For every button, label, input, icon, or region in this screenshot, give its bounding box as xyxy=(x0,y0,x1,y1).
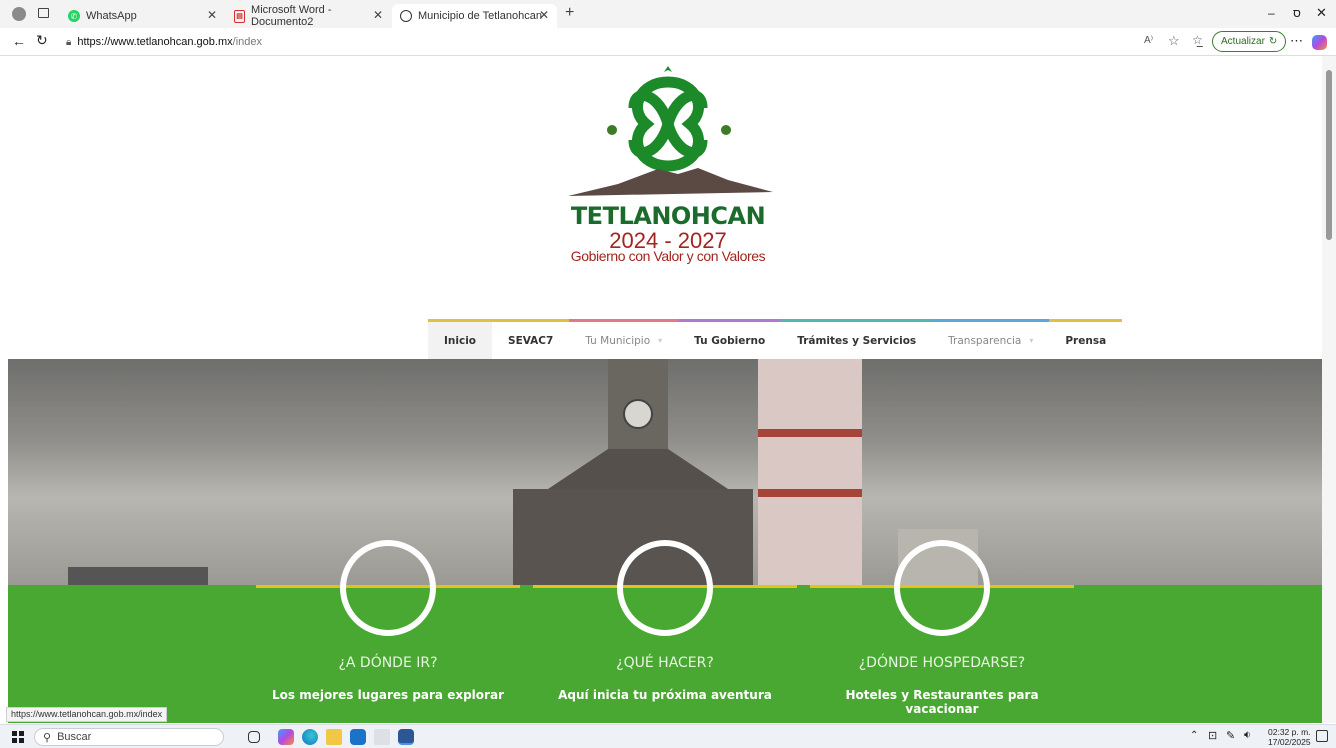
word-icon[interactable] xyxy=(398,729,414,745)
new-tab-button[interactable]: + xyxy=(565,4,574,22)
nav-tu-municipio[interactable]: Tu Municipio ▾ xyxy=(569,319,679,359)
tab-word-document[interactable]: ▤ Microsoft Word - Documento2 ✕ xyxy=(226,4,391,28)
address-toolbar: ← ↻ 🔒︎ https://www.tetlanohcan.gob.mx/in… xyxy=(0,28,1336,56)
nav-prensa[interactable]: Prensa xyxy=(1049,319,1123,359)
nav-tu-gobierno[interactable]: Tu Gobierno xyxy=(678,319,782,359)
update-icon: ↻ xyxy=(1268,36,1278,47)
windows-taskbar: ⚲ Buscar ⌃ ⊡ ✎ 🔉︎ 02:32 p. m. 17/02/2025 xyxy=(0,724,1336,748)
update-label: Actualizar xyxy=(1221,36,1265,47)
favorites-list-icon[interactable]: ☆̲ xyxy=(1192,33,1203,47)
nav-sevac7[interactable]: SEVAC7 xyxy=(492,319,570,359)
tab-title: WhatsApp xyxy=(86,10,137,22)
link-status-tooltip: https://www.tetlanohcan.gob.mx/index xyxy=(6,707,168,722)
scrollbar-thumb[interactable] xyxy=(1326,70,1332,240)
globe-icon xyxy=(400,10,412,22)
task-view-icon[interactable] xyxy=(248,731,260,743)
nav-label: Inicio xyxy=(444,334,477,347)
hero-banner: ¿A DÓNDE IR? ¿QUÉ HACER? ¿DÓNDE HOSPEDAR… xyxy=(8,359,1322,723)
logo-slogan: Gobierno con Valor y con Valores xyxy=(570,248,766,264)
notifications-icon[interactable] xyxy=(1316,730,1328,742)
read-aloud-icon[interactable]: A⁾ xyxy=(1144,35,1153,46)
copilot-taskbar-icon[interactable] xyxy=(278,729,294,745)
back-arrow-icon[interactable]: ← xyxy=(12,33,26,49)
reload-icon[interactable]: ↻ xyxy=(36,32,48,49)
close-tab-icon[interactable]: ✕ xyxy=(373,8,383,22)
clock-date: 17/02/2025 xyxy=(1268,737,1311,747)
municipal-logo: TETLANOHCAN 2024 - 2027 Gobierno con Val… xyxy=(548,64,788,264)
vertical-scrollbar[interactable] xyxy=(1322,56,1336,723)
more-menu-icon[interactable]: ⋯ xyxy=(1290,33,1303,49)
nav-inicio[interactable]: Inicio xyxy=(428,319,493,359)
nav-tramites-servicios[interactable]: Trámites y Servicios xyxy=(781,319,933,359)
network-icon[interactable]: ⊡ xyxy=(1208,729,1217,742)
profile-icon[interactable] xyxy=(12,7,26,21)
tab-title: Municipio de Tetlanohcan xyxy=(418,10,542,22)
feature-circle-icon[interactable] xyxy=(894,540,990,636)
update-button[interactable]: Actualizar ↻ xyxy=(1212,31,1287,52)
nav-label: Prensa xyxy=(1065,334,1107,347)
nav-label: Tu Municipio xyxy=(585,334,651,347)
nav-label: SEVAC7 xyxy=(508,334,554,347)
tab-municipio[interactable]: Municipio de Tetlanohcan ✕ xyxy=(392,4,557,28)
close-window-button[interactable]: ✕ xyxy=(1316,5,1327,21)
outlook-icon[interactable] xyxy=(350,729,366,745)
browser-tab-strip: ✆ WhatsApp ✕ ▤ Microsoft Word - Document… xyxy=(0,0,1336,28)
pen-icon[interactable]: ✎ xyxy=(1226,729,1235,742)
tab-actions-icon[interactable] xyxy=(38,8,49,18)
whatsapp-icon: ✆ xyxy=(68,10,80,22)
feature-title-hospedarse[interactable]: ¿DÓNDE HOSPEDARSE? xyxy=(812,655,1072,671)
chevron-down-icon: ▾ xyxy=(1029,336,1034,345)
url-path: /index xyxy=(232,36,262,48)
url-bar[interactable]: 🔒︎ https://www.tetlanohcan.gob.mx/index xyxy=(60,31,1160,53)
feature-subtitle: Hoteles y Restaurantes para vacacionar xyxy=(845,688,1039,716)
minimize-button[interactable]: – xyxy=(1268,6,1275,20)
bell-tower-band xyxy=(758,429,862,437)
feature-subtitle: Los mejores lugares para explorar xyxy=(272,688,504,702)
nav-label: Tu Gobierno xyxy=(694,334,766,347)
feature-title-donde-ir[interactable]: ¿A DÓNDE IR? xyxy=(258,655,518,671)
nav-transparencia[interactable]: Transparencia ▾ xyxy=(932,319,1050,359)
tray-chevron-icon[interactable]: ⌃ xyxy=(1190,730,1198,741)
lock-icon: 🔒︎ xyxy=(66,36,72,48)
main-navigation: Inicio SEVAC7 Tu Municipio ▾ Tu Gobierno … xyxy=(428,319,1123,359)
restore-button[interactable]: ס xyxy=(1293,6,1301,20)
favorite-star-icon[interactable]: ☆ xyxy=(1168,33,1180,49)
bell-tower-band xyxy=(758,489,862,497)
tab-whatsapp[interactable]: ✆ WhatsApp ✕ xyxy=(60,4,225,28)
edge-browser-icon[interactable] xyxy=(302,729,318,745)
tab-title: Microsoft Word - Documento2 xyxy=(251,4,332,28)
logo-title: TETLANOHCAN xyxy=(570,202,766,230)
knot-emblem-icon xyxy=(568,66,773,196)
close-tab-icon[interactable]: ✕ xyxy=(539,8,549,22)
taskbar-search-box[interactable]: ⚲ Buscar xyxy=(34,728,224,746)
feature-subtitle: Aquí inicia tu próxima aventura xyxy=(558,688,772,702)
file-explorer-icon[interactable] xyxy=(326,729,342,745)
bell-tower xyxy=(758,359,862,589)
clock-face xyxy=(623,399,653,429)
windows-start-icon[interactable] xyxy=(12,731,24,743)
system-clock[interactable]: 02:32 p. m. 17/02/2025 xyxy=(1268,727,1311,747)
nav-label: Trámites y Servicios xyxy=(797,334,917,347)
copilot-icon[interactable] xyxy=(1312,35,1327,50)
url-host: https://www.tetlanohcan.gob.mx xyxy=(77,36,233,48)
feature-circle-icon[interactable] xyxy=(617,540,713,636)
feature-circle-icon[interactable] xyxy=(340,540,436,636)
web-page: TETLANOHCAN 2024 - 2027 Gobierno con Val… xyxy=(8,56,1322,723)
pdf-icon: ▤ xyxy=(234,9,246,23)
close-tab-icon[interactable]: ✕ xyxy=(207,8,217,22)
feature-title-que-hacer[interactable]: ¿QUÉ HACER? xyxy=(535,655,795,671)
search-placeholder: Buscar xyxy=(57,731,92,743)
search-icon: ⚲ xyxy=(43,731,52,744)
clock-time: 02:32 p. m. xyxy=(1268,727,1311,737)
app-icon[interactable] xyxy=(374,729,390,745)
chevron-down-icon: ▾ xyxy=(658,336,663,345)
nav-label: Transparencia xyxy=(948,334,1022,347)
volume-icon[interactable]: 🔉︎ xyxy=(1244,729,1251,742)
